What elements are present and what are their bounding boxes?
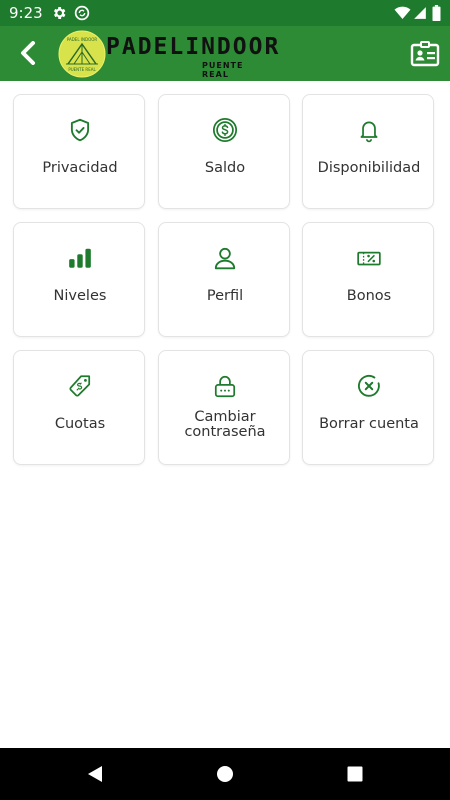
tile-cambiar-contrasena[interactable]: Cambiar contraseña bbox=[158, 350, 290, 465]
bell-icon bbox=[360, 121, 378, 143]
tile-label: Saldo bbox=[204, 160, 246, 176]
tile-privacidad[interactable]: Privacidad bbox=[13, 94, 145, 209]
tile-borrar-cuenta[interactable]: Borrar cuenta bbox=[302, 350, 434, 465]
tile-label: Bonos bbox=[346, 288, 392, 304]
price-tag-icon bbox=[69, 375, 91, 397]
battery-icon bbox=[432, 5, 441, 21]
app-bar: PADEL INDOOR PUENTE REAL PADELINDOOR PUE… bbox=[0, 26, 450, 81]
profile-card-button[interactable] bbox=[410, 39, 440, 69]
wifi-icon bbox=[394, 6, 411, 19]
back-button[interactable] bbox=[12, 37, 44, 69]
tile-perfil[interactable]: Perfil bbox=[158, 222, 290, 337]
tile-label: Privacidad bbox=[42, 160, 118, 176]
home-circle-icon[interactable] bbox=[215, 764, 235, 784]
coin-dollar-icon bbox=[212, 117, 238, 143]
brand-subtitle: PUENTE REAL bbox=[202, 61, 244, 79]
status-time: 9:23 bbox=[9, 4, 43, 22]
id-card-icon bbox=[410, 41, 440, 67]
back-arrow-icon bbox=[21, 41, 35, 65]
lock-icon bbox=[214, 375, 236, 398]
tile-label: Niveles bbox=[53, 288, 107, 304]
signal-icon bbox=[414, 7, 426, 19]
tile-bonos[interactable]: Bonos bbox=[302, 222, 434, 337]
recents-square-icon[interactable] bbox=[345, 764, 365, 784]
shield-check-icon bbox=[70, 118, 90, 142]
tile-label: Cambiar contraseña bbox=[184, 409, 266, 440]
app-logo: PADEL INDOOR PUENTE REAL PADELINDOOR PUE… bbox=[58, 30, 278, 79]
tile-label: Cuotas bbox=[54, 416, 106, 432]
status-bar: 9:23 bbox=[0, 0, 450, 26]
logo-badge-top: PADEL INDOOR bbox=[66, 37, 98, 42]
tile-disponibilidad[interactable]: Disponibilidad bbox=[302, 94, 434, 209]
user-icon bbox=[214, 247, 236, 270]
back-triangle-icon[interactable] bbox=[85, 764, 105, 784]
tile-niveles[interactable]: Niveles bbox=[13, 222, 145, 337]
tile-saldo[interactable]: Saldo bbox=[158, 94, 290, 209]
tile-label: Disponibilidad bbox=[317, 160, 421, 176]
gear-icon bbox=[53, 7, 66, 19]
tile-label: Perfil bbox=[206, 288, 244, 304]
signal-bars-icon bbox=[69, 248, 91, 268]
brand-name: PADELINDOOR bbox=[106, 34, 281, 60]
tile-label: Borrar cuenta bbox=[319, 416, 419, 432]
tile-cuotas[interactable]: Cuotas bbox=[13, 350, 145, 465]
logo-badge-bottom: PUENTE REAL bbox=[68, 67, 96, 72]
delete-circle-icon bbox=[358, 374, 380, 397]
sync-circle-icon bbox=[74, 5, 90, 21]
system-nav-bar bbox=[0, 748, 450, 800]
ticket-percent-icon bbox=[357, 251, 381, 266]
